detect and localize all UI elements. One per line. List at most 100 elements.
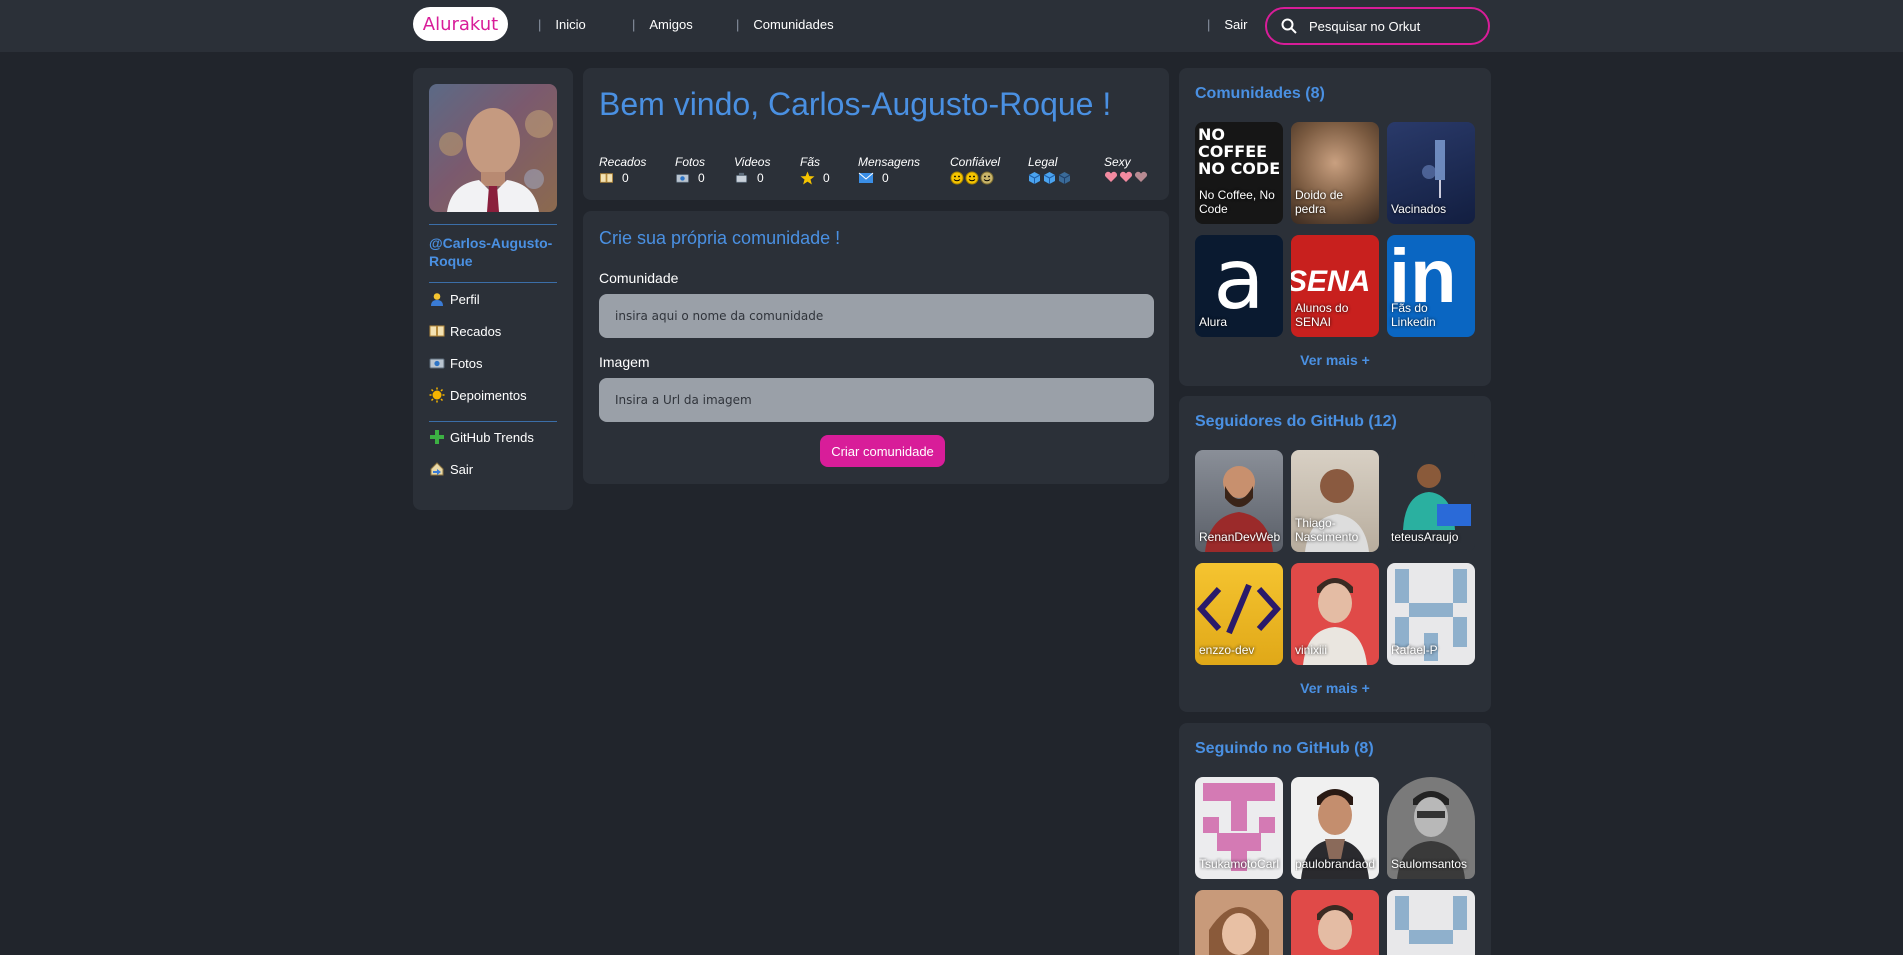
stat-label: Legal — [1028, 155, 1058, 169]
sidebar-item-perfil[interactable]: Perfil — [429, 291, 480, 307]
user-icon — [429, 291, 445, 307]
following-tile[interactable]: Saulomsantos — [1387, 777, 1475, 879]
search-input[interactable]: Pesquisar no Orkut — [1265, 7, 1490, 45]
community-image-text: NO COFFEE NO CODE — [1198, 125, 1281, 178]
stat-value: 0 — [757, 171, 764, 185]
plus-icon — [429, 429, 445, 445]
nav-amigos[interactable]: | Amigos — [632, 17, 693, 32]
community-tile[interactable]: in Fãs do Linkedin — [1387, 235, 1475, 337]
star-icon — [800, 171, 815, 185]
top-bar: Alurakut | Inicio | Amigos | Comunidades | S… — [0, 0, 1903, 52]
stat-value: 0 — [823, 171, 830, 185]
communities-title: Comunidades (8) — [1195, 85, 1325, 102]
github-following-box: Seguindo no GitHub (8) TsukamotoCarl pau… — [1179, 723, 1491, 955]
followers-title: Seguidores do GitHub (12) — [1195, 413, 1397, 430]
following-tile[interactable] — [1291, 890, 1379, 955]
stat-fas: Fãs 0 — [800, 155, 830, 185]
camera-icon — [676, 174, 689, 183]
divider — [429, 421, 557, 422]
follower-name: Rafael-P — [1391, 643, 1438, 657]
nav-sair-label: Sair — [1224, 17, 1248, 32]
cube-icon — [1028, 172, 1041, 184]
community-image-text: a — [1213, 235, 1265, 328]
community-tile[interactable]: Doido de pedra — [1291, 122, 1379, 224]
stat-label: Confiável — [950, 155, 1001, 169]
communities-box: Comunidades (8) NO COFFEE NO CODE No Cof… — [1179, 68, 1491, 386]
community-name: Fãs do Linkedin — [1391, 301, 1436, 329]
sidebar-item-label: Perfil — [450, 291, 480, 307]
sidebar-item-label: GitHub Trends — [450, 429, 534, 445]
community-tile[interactable]: Vacinados — [1387, 122, 1475, 224]
follower-tile[interactable]: teteusAraujo — [1387, 450, 1475, 552]
heart-icon — [1104, 171, 1118, 182]
nav-amigos-label: Amigos — [649, 17, 693, 32]
video-icon — [735, 172, 748, 183]
follower-tile[interactable]: Thiago-Nascimento — [1291, 450, 1379, 552]
follower-tile[interactable]: Rafael-P — [1387, 563, 1475, 665]
syringe-image — [1422, 140, 1445, 198]
follower-name: enzzo-dev — [1199, 643, 1255, 657]
create-community-button[interactable]: Criar comunidade — [820, 435, 945, 467]
communities-see-more-link[interactable]: Ver mais + — [1179, 352, 1491, 368]
image-url-label: Imagem — [599, 354, 650, 370]
stat-sexy: Sexy — [1104, 155, 1148, 183]
camera-icon — [429, 355, 445, 371]
follower-tile[interactable]: enzzo-dev — [1195, 563, 1283, 665]
community-name: No Coffee, No Code — [1199, 188, 1275, 216]
sidebar-item-label: Sair — [450, 461, 474, 477]
book-icon — [600, 173, 613, 183]
sidebar-item-depoimentos[interactable]: Depoimentos — [429, 387, 527, 403]
sidebar-item-recados[interactable]: Recados — [429, 323, 501, 339]
divider — [429, 224, 557, 225]
stat-label: Fotos — [675, 155, 706, 169]
follower-tile[interactable]: RenanDevWeb — [1195, 450, 1283, 552]
heart-icon — [1134, 171, 1148, 182]
create-community-panel: Crie sua própria comunidade ! Comunidade… — [583, 211, 1169, 484]
nav-inicio[interactable]: | Inicio — [538, 17, 586, 32]
sidebar-item-github-trends[interactable]: GitHub Trends — [429, 429, 534, 445]
following-tile[interactable]: TsukamotoCarl — [1195, 777, 1283, 879]
sidebar-item-label: Recados — [450, 323, 502, 339]
following-avatar — [1209, 907, 1269, 955]
community-name: Alura — [1199, 315, 1228, 329]
page-title: Bem vindo, Carlos-Augusto-Roque ! — [599, 86, 1112, 122]
follower-tile[interactable]: vinixiii — [1291, 563, 1379, 665]
stat-label: Videos — [734, 155, 771, 169]
nav-sair[interactable]: | Sair — [1207, 17, 1248, 32]
github-followers-box: Seguidores do GitHub (12) RenanDevWeb Th… — [1179, 396, 1491, 712]
community-name-label: Comunidade — [599, 270, 679, 286]
follower-name: vinixiii — [1295, 643, 1328, 657]
sun-icon — [429, 387, 445, 403]
search-placeholder: Pesquisar no Orkut — [1309, 18, 1421, 34]
nav-comunidades[interactable]: | Comunidades — [736, 17, 834, 32]
sidebar-item-sair[interactable]: Sair — [429, 461, 473, 477]
follower-name: teteusAraujo — [1391, 530, 1459, 544]
avatar[interactable] — [429, 84, 557, 212]
stat-label: Fãs — [800, 155, 821, 169]
profile-username-link[interactable]: @Carlos-Augusto-Roque — [429, 234, 559, 270]
nav-inicio-label: Inicio — [555, 17, 586, 32]
followers-see-more-link[interactable]: Ver mais + — [1179, 680, 1491, 696]
following-avatar — [1317, 905, 1353, 950]
following-tile[interactable]: paulobrandaod — [1291, 777, 1379, 879]
stat-value: 0 — [882, 171, 889, 185]
image-url-input[interactable] — [599, 378, 1154, 422]
following-title: Seguindo no GitHub (8) — [1195, 740, 1374, 757]
nav-comunidades-label: Comunidades — [753, 17, 834, 32]
following-tile[interactable] — [1195, 890, 1283, 955]
stat-label: Recados — [599, 155, 647, 169]
community-name-input[interactable] — [599, 294, 1154, 338]
community-tile[interactable]: a Alura — [1195, 235, 1283, 337]
community-tile[interactable]: NO COFFEE NO CODE No Coffee, No Code — [1195, 122, 1283, 224]
form-title: Crie sua própria comunidade ! — [599, 228, 841, 248]
mail-icon — [858, 172, 874, 183]
stat-label: Sexy — [1104, 155, 1131, 169]
smiley-icon — [965, 171, 979, 185]
community-tile[interactable]: SENA Alunos do SENAI — [1291, 235, 1379, 337]
welcome-panel: Bem vindo, Carlos-Augusto-Roque ! Recado… — [583, 68, 1169, 200]
follower-name: Thiago-Nascimento — [1295, 516, 1359, 544]
alurakut-logo[interactable]: Alurakut — [413, 7, 508, 41]
sidebar-item-fotos[interactable]: Fotos — [429, 355, 483, 371]
cube-icon — [1058, 172, 1071, 184]
following-tile[interactable] — [1387, 890, 1475, 955]
